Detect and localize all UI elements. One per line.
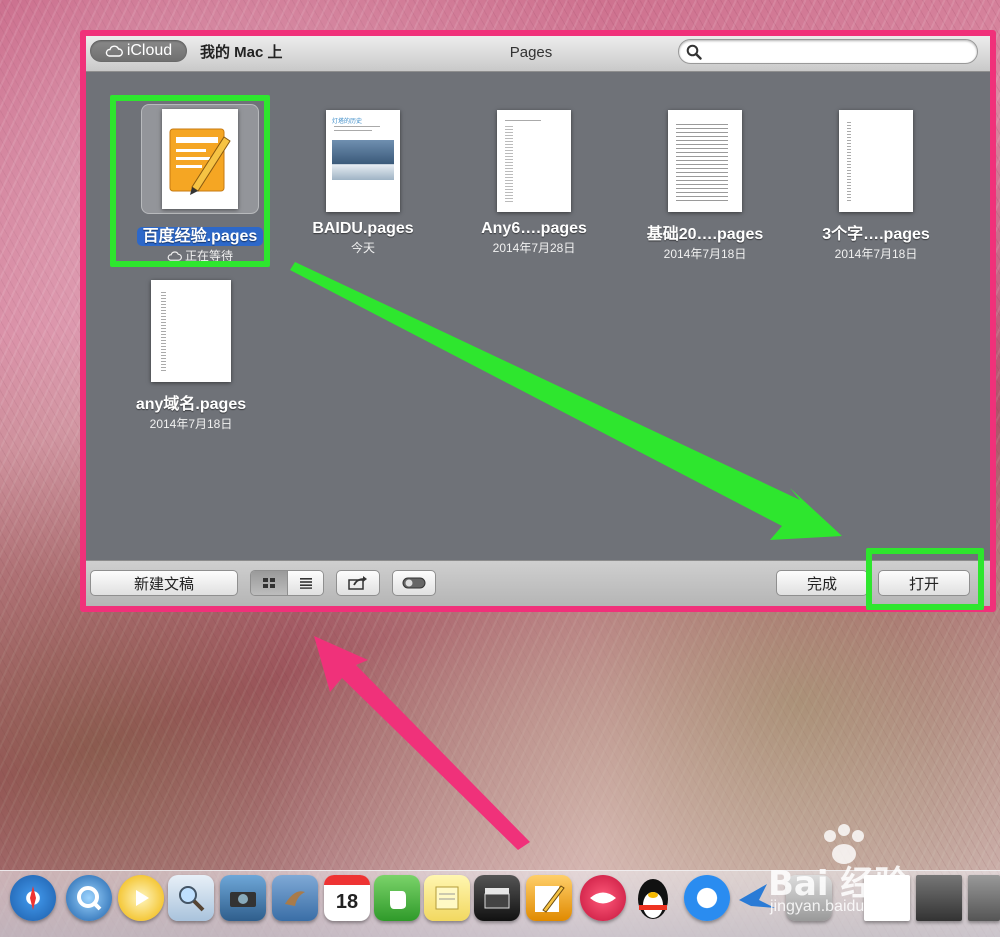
text-column (161, 292, 166, 372)
calendar-icon[interactable]: 18 (324, 875, 370, 921)
document-date: 2014年7月18日 (663, 247, 747, 261)
document-thumbnail (497, 110, 571, 212)
qq-icon[interactable] (630, 875, 676, 921)
magnifier-icon (179, 886, 205, 912)
penguin-icon (638, 879, 668, 919)
play-icon (136, 890, 149, 906)
new-document-button[interactable]: 新建文稿 (90, 570, 238, 596)
quicktime-q-icon (77, 886, 102, 911)
evernote-icon[interactable] (374, 875, 420, 921)
done-button[interactable]: 完成 (776, 570, 868, 596)
text-column (505, 126, 513, 204)
camera-icon (230, 892, 256, 907)
stickies-icon[interactable] (424, 875, 470, 921)
on-my-mac-tab[interactable]: 我的 Mac 上 (200, 41, 283, 62)
calendar-day: 18 (335, 890, 359, 913)
document-thumbnail (668, 110, 742, 212)
search-icon (686, 44, 702, 60)
list-view-button[interactable] (287, 571, 323, 595)
document-thumbnail (151, 280, 231, 382)
toggle-icon (402, 577, 426, 589)
document-date: 2014年7月18日 (149, 417, 233, 431)
text-line (505, 120, 541, 121)
lips-icon (590, 892, 616, 904)
document-item[interactable]: Any6….pages 2014年7月28日 (448, 110, 620, 256)
image-capture-icon[interactable] (272, 875, 318, 921)
clapper-icon (484, 888, 510, 909)
notepad-icon (435, 886, 459, 910)
safari-icon[interactable] (10, 875, 56, 921)
baidu-watermark: Bai 经验 jingyan.baidu.com (740, 824, 990, 918)
document-name: Any6….pages (481, 220, 587, 237)
final-cut-icon[interactable] (474, 875, 520, 921)
toggle-button[interactable] (392, 570, 436, 596)
quicktime-icon[interactable] (66, 875, 112, 921)
document-date: 今天 (350, 241, 375, 255)
text-column (847, 122, 851, 202)
icloud-label: iCloud (126, 42, 173, 59)
browser-icon[interactable] (684, 875, 730, 921)
document-date: 2014年7月28日 (492, 241, 576, 255)
compass-needle-icon (30, 886, 36, 910)
search-field[interactable] (678, 39, 978, 64)
cloud-icon (105, 45, 123, 57)
watermark-url: jingyan.baidu.com (770, 898, 899, 915)
document-name: 基础20….pages (646, 226, 764, 243)
share-icon (348, 576, 367, 590)
bottom-toolbar: 新建文稿 完成 打开 (86, 560, 990, 606)
document-date: 2014年7月18日 (834, 247, 918, 261)
text-block (676, 124, 728, 204)
selected-doc-annotation (110, 95, 270, 267)
document-thumbnail (839, 110, 913, 212)
document-item[interactable]: 灯塔的历史 BAIDU.pages 今天 (277, 110, 449, 256)
icloud-tab-button[interactable]: iCloud (90, 40, 187, 62)
calendar-header (324, 875, 370, 885)
view-mode-segmented-control (250, 570, 324, 596)
document-name: any域名.pages (135, 396, 247, 413)
text-line (334, 130, 372, 131)
document-item[interactable]: 3个字….pages 2014年7月18日 (790, 110, 962, 262)
list-icon (299, 578, 312, 589)
document-thumbnail: 灯塔的历史 (326, 110, 400, 212)
iphoto-icon[interactable] (220, 875, 266, 921)
share-button[interactable] (336, 570, 380, 596)
preview-icon[interactable] (168, 875, 214, 921)
pages-dock-icon[interactable] (526, 875, 572, 921)
pink-arrow (314, 636, 530, 850)
text-line (334, 126, 380, 127)
grid-icon (263, 578, 275, 588)
elephant-icon (390, 891, 406, 909)
window-title: Pages (509, 44, 553, 61)
grid-view-button[interactable] (251, 571, 287, 595)
lighthouse-photo (332, 140, 394, 180)
infuse-player-icon[interactable] (118, 875, 164, 921)
mail-app-icon[interactable] (580, 875, 626, 921)
open-button-annotation (866, 548, 984, 610)
title-bar: iCloud 我的 Mac 上 Pages (86, 36, 990, 72)
pages-pencil-icon (535, 885, 565, 913)
document-item[interactable]: 基础20….pages 2014年7月18日 (619, 110, 791, 262)
thumbnail-heading: 灯塔的历史 (332, 119, 363, 125)
document-item[interactable]: any域名.pages 2014年7月18日 (105, 280, 277, 432)
bird-icon (285, 891, 305, 906)
document-name: BAIDU.pages (312, 220, 414, 237)
document-name: 3个字….pages (822, 226, 930, 243)
